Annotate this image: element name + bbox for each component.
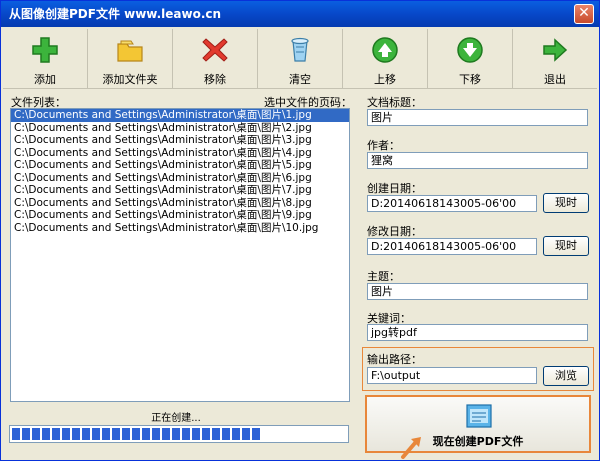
remove-label: 移除 [204,73,226,86]
file-list[interactable]: C:\Documents and Settings\Administrator\… [10,108,350,402]
progress-segment [122,428,130,440]
progress-segment [142,428,150,440]
list-item[interactable]: C:\Documents and Settings\Administrator\… [11,184,349,197]
title-field[interactable]: 图片 [367,109,588,126]
move-down-icon [457,37,483,63]
created-date-label: 创建日期： [367,182,422,195]
exit-icon [543,38,568,62]
output-path-field[interactable]: F:\output [367,367,537,384]
list-item[interactable]: C:\Documents and Settings\Administrator\… [11,109,349,122]
progress-segment [202,428,210,440]
clear-icon [291,37,309,62]
clear-button[interactable]: 清空 [258,29,343,89]
progress-segment [252,428,260,440]
browse-button[interactable]: 浏览 [543,366,589,386]
modified-now-button[interactable]: 现时 [543,236,589,256]
pointer-arrow-icon [401,437,421,459]
app-window: 从图像创建PDF文件 www.leawo.cn ✕ 添加 添加文件夹 移除 清空… [0,0,600,461]
status-text: 正在创建... [151,413,201,424]
progress-segment [72,428,80,440]
progress-segment [62,428,70,440]
move-down-button[interactable]: 下移 [428,29,513,89]
modified-date-field[interactable]: D:20140618143005-06'00 [367,238,537,255]
clear-label: 清空 [289,73,311,86]
progress-segment [102,428,110,440]
remove-icon [202,38,228,62]
list-item[interactable]: C:\Documents and Settings\Administrator\… [11,147,349,160]
keywords-field[interactable]: jpg转pdf [367,324,588,341]
modified-date-label: 修改日期： [367,225,422,238]
add-icon [32,37,58,63]
move-up-icon [372,37,398,63]
title-bar: 从图像创建PDF文件 www.leawo.cn ✕ [1,1,599,27]
progress-segment [232,428,240,440]
progress-segment [22,428,30,440]
list-item[interactable]: C:\Documents and Settings\Administrator\… [11,172,349,185]
created-date-field[interactable]: D:20140618143005-06'00 [367,195,537,212]
window-title: 从图像创建PDF文件 www.leawo.cn [9,7,222,21]
output-path-label: 输出路径： [367,353,422,366]
progress-segment [12,428,20,440]
list-item[interactable]: C:\Documents and Settings\Administrator\… [11,122,349,135]
progress-segment [182,428,190,440]
subject-label: 主题： [367,270,400,283]
exit-button[interactable]: 退出 [513,29,597,89]
progress-bar [9,425,349,443]
progress-segment [152,428,160,440]
progress-segment [112,428,120,440]
document-icon [466,404,492,428]
progress-segment [52,428,60,440]
progress-segment [172,428,180,440]
progress-segment [222,428,230,440]
author-field[interactable]: 狸窝 [367,152,588,169]
progress-segment [42,428,50,440]
progress-segment [92,428,100,440]
list-item[interactable]: C:\Documents and Settings\Administrator\… [11,209,349,222]
add-label: 添加 [34,73,56,86]
list-item[interactable]: C:\Documents and Settings\Administrator\… [11,222,349,235]
title-label: 文档标题： [367,96,422,109]
list-item[interactable]: C:\Documents and Settings\Administrator\… [11,134,349,147]
list-item[interactable]: C:\Documents and Settings\Administrator\… [11,197,349,210]
move-up-label: 上移 [374,73,396,86]
progress-segment [192,428,200,440]
folder-icon [117,40,143,62]
author-label: 作者： [367,139,400,152]
toolbar: 添加 添加文件夹 移除 清空 上移 下移 退出 [3,29,597,89]
list-item[interactable]: C:\Documents and Settings\Administrator\… [11,159,349,172]
progress-segment [212,428,220,440]
add-folder-button[interactable]: 添加文件夹 [88,29,173,89]
progress-segment [82,428,90,440]
subject-field[interactable]: 图片 [367,283,588,300]
add-folder-label: 添加文件夹 [102,73,158,86]
progress-segment [32,428,40,440]
progress-segment [132,428,140,440]
exit-label: 退出 [544,73,566,86]
close-button[interactable]: ✕ [574,4,594,24]
move-down-label: 下移 [459,73,481,86]
progress-segment [162,428,170,440]
add-button[interactable]: 添加 [3,29,88,89]
created-now-button[interactable]: 现时 [543,193,589,213]
progress-segment [242,428,250,440]
remove-button[interactable]: 移除 [173,29,258,89]
move-up-button[interactable]: 上移 [343,29,428,89]
